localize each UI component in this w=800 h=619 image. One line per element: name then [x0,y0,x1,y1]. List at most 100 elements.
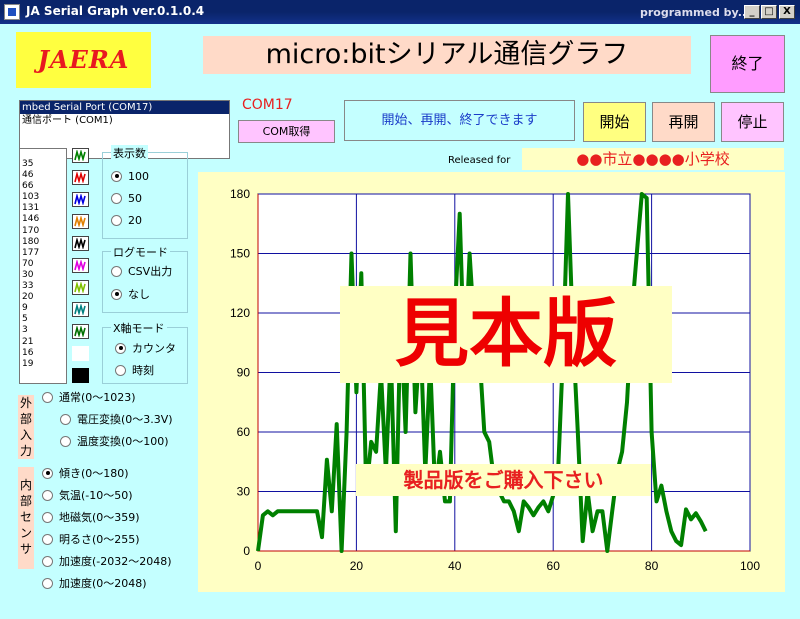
radio-label: 20 [128,214,142,227]
wave-icon [74,282,86,293]
radio-label: なし [128,288,150,301]
wave-icon [74,260,86,271]
value-item: 33 [22,281,34,292]
value-item: 170 [22,225,40,236]
app-window: JA Serial Graph ver.0.1.0.4 programmed b… [0,0,800,619]
series-color-swatch[interactable] [72,170,89,185]
internal-sensor-label-text: 内部センサ [19,478,32,556]
log-mode-title: ログモード [111,244,170,260]
x-axis-mode-title: X軸モード [111,320,167,336]
y-tick-label: 120 [230,306,250,320]
x-tick-label: 80 [645,559,659,573]
value-item: 16 [22,347,34,358]
port-item[interactable]: 通信ポート (COM1) [20,114,229,127]
y-tick-label: 60 [237,425,251,439]
radio-selected-icon [111,288,122,300]
value-item: 46 [22,170,34,181]
series-color-swatch[interactable] [72,192,89,207]
released-for-label: Released for [448,155,511,166]
radio-icon [115,364,126,376]
values-list[interactable]: 35 46 66 103 131 146 170 180 177 70 30 3… [19,148,67,384]
internal-sensor-label: 内部センサ [18,467,34,569]
quit-button[interactable]: 終了 [710,35,785,93]
radio-ext-normal[interactable]: 通常(0〜1023) [42,390,136,406]
value-item: 66 [22,181,34,192]
series-color-swatch[interactable] [72,214,89,229]
radio-label: 地磁気(0〜359) [59,511,140,524]
radio-label: 気温(-10〜50) [59,489,133,502]
client-area: JAERA micro:bitシリアル通信グラフ 終了 mbed Serial … [0,24,800,619]
radio-display-50[interactable]: 50 [111,191,142,207]
radio-int-brightness[interactable]: 明るさ(0〜255) [42,532,140,548]
resume-button[interactable]: 再開 [652,102,715,142]
y-tick-label: 150 [230,247,250,261]
series-color-swatch[interactable] [72,148,89,163]
window-title: JA Serial Graph ver.0.1.0.4 [26,4,205,18]
y-tick-label: 90 [237,366,251,380]
radio-label: 電圧変換(0〜3.3V) [77,413,173,426]
value-item: 5 [22,314,28,325]
series-color-swatch[interactable] [72,302,89,317]
radio-icon [111,192,122,204]
radio-label: 明るさ(0〜255) [59,533,140,546]
radio-display-20[interactable]: 20 [111,213,142,229]
radio-icon [42,511,53,523]
radio-label: カウンタ [132,342,176,355]
wave-icon [74,172,86,183]
log-mode-group: ログモード CSV出力 なし [102,244,188,313]
series-color-swatch[interactable] [72,236,89,251]
radio-int-accel[interactable]: 加速度(0〜2048) [42,576,147,592]
radio-xaxis-counter[interactable]: カウンタ [115,341,176,357]
radio-xaxis-time[interactable]: 時刻 [115,363,154,379]
value-item: 19 [22,358,34,369]
radio-int-tilt[interactable]: 傾き(0〜180) [42,466,129,482]
series-color-swatch[interactable] [72,368,89,383]
minimize-button[interactable]: _ [744,5,760,19]
com-get-button[interactable]: COM取得 [238,120,335,143]
radio-ext-temperature[interactable]: 温度変換(0〜100) [60,434,169,450]
y-tick-label: 180 [230,187,250,201]
wave-icon [74,150,86,161]
series-color-swatch[interactable] [72,346,89,361]
value-item: 35 [22,159,34,169]
series-color-swatch[interactable] [72,324,89,339]
y-tick-label: 0 [243,544,250,558]
radio-log-csv[interactable]: CSV出力 [111,264,172,280]
maximize-button[interactable]: □ [761,5,777,19]
radio-log-none[interactable]: なし [111,287,150,303]
value-item: 103 [22,192,40,203]
radio-label: 100 [128,170,149,183]
series-color-swatch[interactable] [72,280,89,295]
wave-icon [74,326,86,337]
radio-ext-voltage[interactable]: 電圧変換(0〜3.3V) [60,412,173,428]
y-tick-label: 30 [237,485,251,499]
radio-int-magnetism[interactable]: 地磁気(0〜359) [42,510,140,526]
value-item: 3 [22,325,28,336]
series-color-swatches [70,148,92,384]
radio-label: 温度変換(0〜100) [77,435,169,448]
credit-text: programmed by... [640,6,751,19]
value-item: 20 [22,292,34,303]
app-heading: micro:bitシリアル通信グラフ [203,36,691,74]
radio-int-temperature[interactable]: 気温(-10〜50) [42,488,133,504]
start-button[interactable]: 開始 [583,102,646,142]
close-button[interactable]: X [779,5,795,19]
wave-icon [74,304,86,315]
value-item: 180 [22,236,40,247]
logo-text: JAERA [37,45,130,74]
port-item[interactable]: mbed Serial Port (COM17) [20,101,229,114]
value-item: 9 [22,303,28,314]
x-tick-label: 0 [255,559,262,573]
x-axis-mode-group: X軸モード カウンタ 時刻 [102,320,188,384]
radio-icon [60,435,71,447]
stop-button[interactable]: 停止 [721,102,784,142]
external-input-label-text: 外部入力 [19,396,32,458]
value-item: 146 [22,214,40,225]
radio-int-accel-signed[interactable]: 加速度(-2032〜2048) [42,554,172,570]
series-color-swatch[interactable] [72,258,89,273]
app-icon [4,4,20,20]
radio-icon [42,489,53,501]
radio-display-100[interactable]: 100 [111,169,149,185]
value-item: 30 [22,269,34,280]
wave-icon [74,216,86,227]
